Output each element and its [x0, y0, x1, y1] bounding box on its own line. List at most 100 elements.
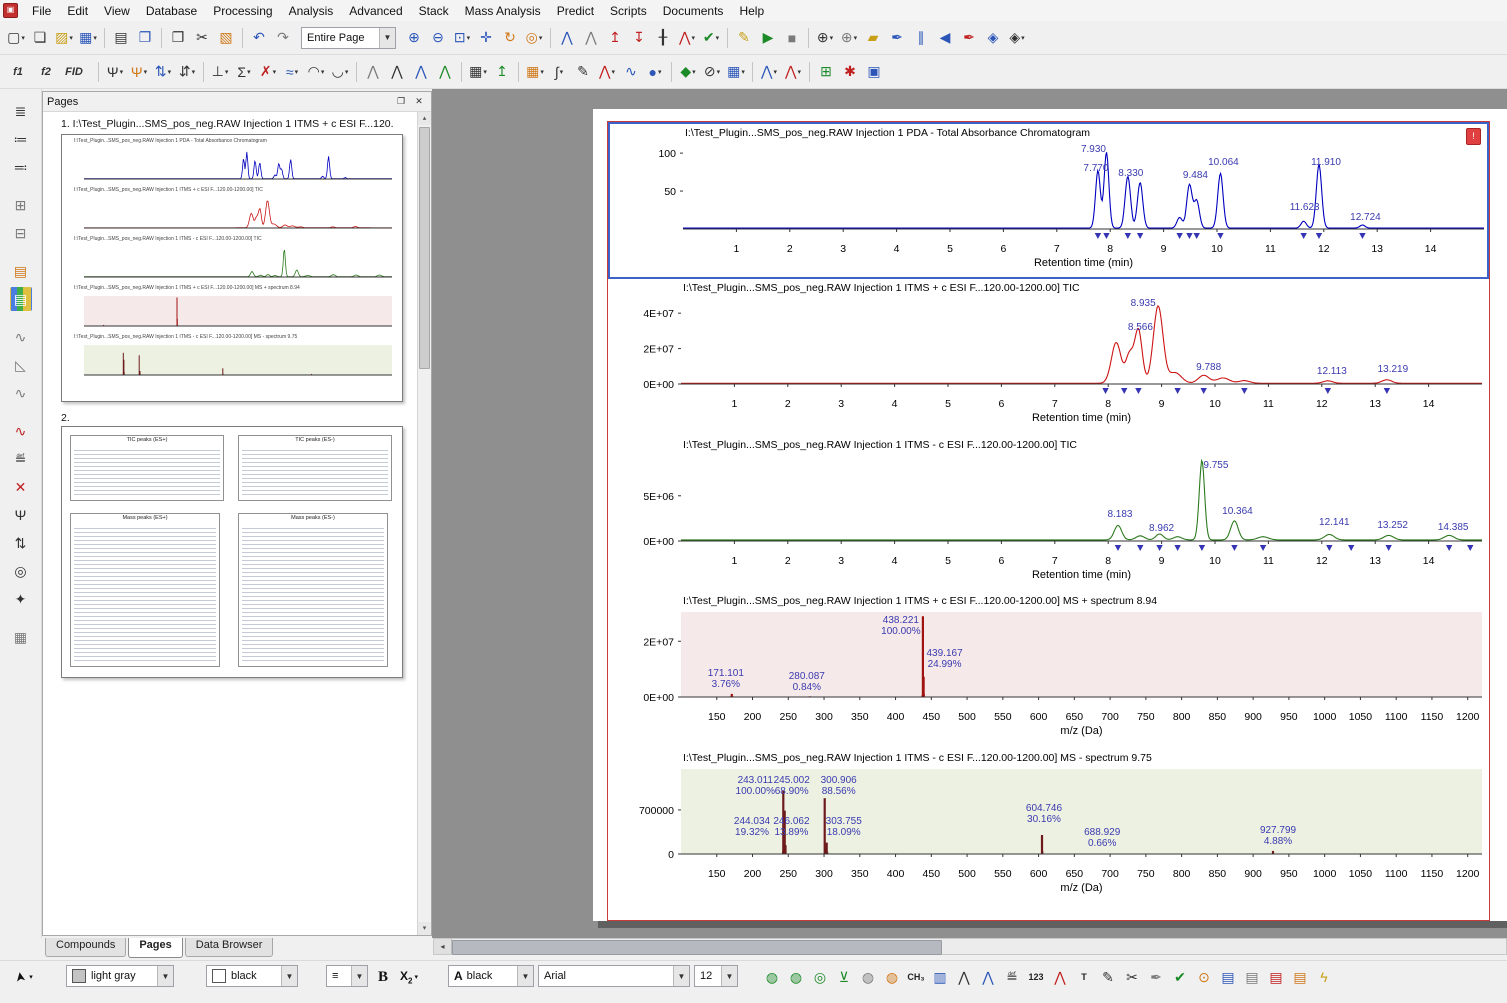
menu-item-documents[interactable]: Documents: [655, 2, 732, 20]
stack-icon[interactable]: ≝: [1001, 965, 1023, 989]
integrate-icon[interactable]: ∫▾: [548, 60, 570, 84]
panel-list-icon[interactable]: ≔: [10, 127, 32, 151]
page-thumbnail-1[interactable]: I:\Test_Plugin...SMS_pos_neg.RAW Injecti…: [61, 134, 403, 402]
chart-pen-icon[interactable]: ✎: [572, 60, 594, 84]
menu-item-advanced[interactable]: Advanced: [341, 2, 410, 20]
peak-add-icon[interactable]: ⋀▾: [758, 60, 780, 84]
nmr-table-icon[interactable]: ▥: [929, 965, 951, 989]
branch-alt-icon[interactable]: Ψ▾: [128, 60, 150, 84]
scroll-left-icon[interactable]: ◂: [434, 939, 452, 954]
db-open-icon[interactable]: ◍: [785, 965, 807, 989]
peaks-medium-icon[interactable]: ⋀: [386, 60, 408, 84]
assign-icon[interactable]: ⋀: [1049, 965, 1071, 989]
text-tool-icon[interactable]: T: [1073, 965, 1095, 989]
sum-spectra-icon[interactable]: Σ▾: [233, 60, 255, 84]
toolbar-button-fid[interactable]: FID: [61, 60, 87, 84]
panel-tags-icon[interactable]: ≕: [10, 155, 32, 179]
realtime-icon[interactable]: ▦▾: [467, 60, 489, 84]
peak-match-icon[interactable]: ⋀▾: [676, 26, 698, 50]
new-report-icon[interactable]: ❏: [29, 26, 51, 50]
pen-icon[interactable]: ✒: [886, 26, 908, 50]
new-document-icon[interactable]: ▢▾: [5, 26, 27, 50]
chart-panel-tic-neg[interactable]: I:\Test_Plugin...SMS_pos_neg.RAW Injecti…: [608, 436, 1489, 592]
grid-icon[interactable]: ▦▾: [725, 60, 747, 84]
menu-item-view[interactable]: View: [96, 2, 138, 20]
print-icon[interactable]: ▤: [110, 26, 132, 50]
ch3-label-icon[interactable]: CH₃: [905, 965, 927, 989]
menu-item-processing[interactable]: Processing: [205, 2, 280, 20]
droplet-icon[interactable]: ●▾: [644, 60, 666, 84]
merge-icon[interactable]: Ψ: [10, 503, 32, 527]
menu-item-mass-analysis[interactable]: Mass Analysis: [457, 2, 549, 20]
copy-icon[interactable]: ❐: [167, 26, 189, 50]
panel-red-curve-icon[interactable]: ∿: [10, 419, 32, 443]
peak-up-icon[interactable]: ↥: [604, 26, 626, 50]
baseline-icon[interactable]: ◠▾: [305, 60, 327, 84]
menu-item-database[interactable]: Database: [138, 2, 205, 20]
panel-pages-icon[interactable]: ≣: [10, 99, 32, 123]
menu-item-analysis[interactable]: Analysis: [281, 2, 342, 20]
redo-icon[interactable]: ↷: [272, 26, 294, 50]
zoom-structure-icon[interactable]: ⊕▾: [814, 26, 836, 50]
save-icon[interactable]: ▦▾: [77, 26, 99, 50]
ms-pos-spectrum-plot[interactable]: 1502002503003504004505005506006507007508…: [608, 608, 1485, 746]
db-flask-icon[interactable]: ⊻: [833, 965, 855, 989]
peak-delete-icon[interactable]: ⋀▾: [782, 60, 804, 84]
db-upload-icon[interactable]: ↥: [491, 60, 513, 84]
swap-icon[interactable]: ⇅: [10, 531, 32, 555]
close-panel-icon[interactable]: ✕: [411, 94, 427, 110]
menu-item-file[interactable]: File: [24, 2, 59, 20]
subscript-button[interactable]: X2 ▾: [397, 965, 421, 989]
zoom-out-icon[interactable]: ⊖: [427, 26, 449, 50]
page-item-2-label[interactable]: 2.: [61, 412, 409, 424]
pen-tool-icon[interactable]: ✎: [1097, 965, 1119, 989]
lightning-icon[interactable]: ϟ: [1313, 965, 1335, 989]
package-icon[interactable]: ▣: [863, 60, 885, 84]
panel-curve-icon[interactable]: ∿: [10, 325, 32, 349]
tab-compounds[interactable]: Compounds: [45, 938, 126, 957]
float-panel-icon[interactable]: ❐: [393, 94, 409, 110]
panel-chart2-icon[interactable]: ∿: [10, 381, 32, 405]
cut-icon[interactable]: ✂: [191, 26, 213, 50]
warning-badge[interactable]: !: [1466, 128, 1481, 145]
subtract-icon[interactable]: ◡▾: [329, 60, 351, 84]
menu-item-help[interactable]: Help: [731, 2, 772, 20]
benzene-ring-icon[interactable]: ◈: [982, 26, 1004, 50]
peaks-small-icon[interactable]: ⋀: [362, 60, 384, 84]
font-size-combo[interactable]: 12 ▼: [694, 965, 738, 987]
hatch-icon[interactable]: ∥: [910, 26, 932, 50]
db-index-icon[interactable]: ◍: [857, 965, 879, 989]
table-peaks-icon[interactable]: ▦▾: [524, 60, 546, 84]
tic-neg-chromatogram-plot[interactable]: 12345678910111213145E+060E+008.1838.9629…: [608, 452, 1485, 589]
spectrum-table-icon[interactable]: ⋀: [977, 965, 999, 989]
numbering-icon[interactable]: 123: [1025, 965, 1047, 989]
ms-neg-spectrum-plot[interactable]: 1502002503003504004505005506006507007508…: [608, 765, 1485, 917]
branch-icon[interactable]: Ψ▾: [104, 60, 126, 84]
threshold-icon[interactable]: ⊥▾: [209, 60, 231, 84]
menu-item-scripts[interactable]: Scripts: [602, 2, 655, 20]
panel-spectra-icon[interactable]: ▤: [10, 287, 32, 311]
export-report-icon[interactable]: ▤: [1217, 965, 1239, 989]
update-icon[interactable]: ↻: [499, 26, 521, 50]
scrollbar-thumb[interactable]: [419, 127, 430, 369]
info-icon[interactable]: ⊙: [1193, 965, 1215, 989]
eraser-icon[interactable]: ▰: [862, 26, 884, 50]
horizontal-scrollbar[interactable]: ◂: [433, 938, 1507, 955]
db-search-icon[interactable]: ◎: [809, 965, 831, 989]
zoom-in-icon[interactable]: ⊕: [403, 26, 425, 50]
reject-icon[interactable]: ✗▾: [257, 60, 279, 84]
page-thumbnail-2[interactable]: TIC peaks (ES+) TIC peaks (ES-) Mass pea…: [61, 426, 403, 678]
panel-stack-icon[interactable]: ≝: [10, 447, 32, 471]
font-color-combo[interactable]: A black ▼: [448, 965, 534, 987]
arrange-icon[interactable]: ⇵▾: [176, 60, 198, 84]
menu-item-stack[interactable]: Stack: [411, 2, 457, 20]
tab-pages[interactable]: Pages: [128, 938, 182, 958]
paste-icon[interactable]: ▧: [215, 26, 237, 50]
zoom-spectrum-icon[interactable]: ⊕▾: [838, 26, 860, 50]
pages-scrollbar[interactable]: ▴ ▾: [417, 112, 431, 935]
peak-down-icon[interactable]: ↧: [628, 26, 650, 50]
export-word-icon[interactable]: ▤: [1241, 965, 1263, 989]
line-color-combo[interactable]: black ▼: [206, 965, 298, 987]
chart-panel-ms-pos[interactable]: I:\Test_Plugin...SMS_pos_neg.RAW Injecti…: [608, 592, 1489, 749]
run-macro-icon[interactable]: ▶: [757, 26, 779, 50]
